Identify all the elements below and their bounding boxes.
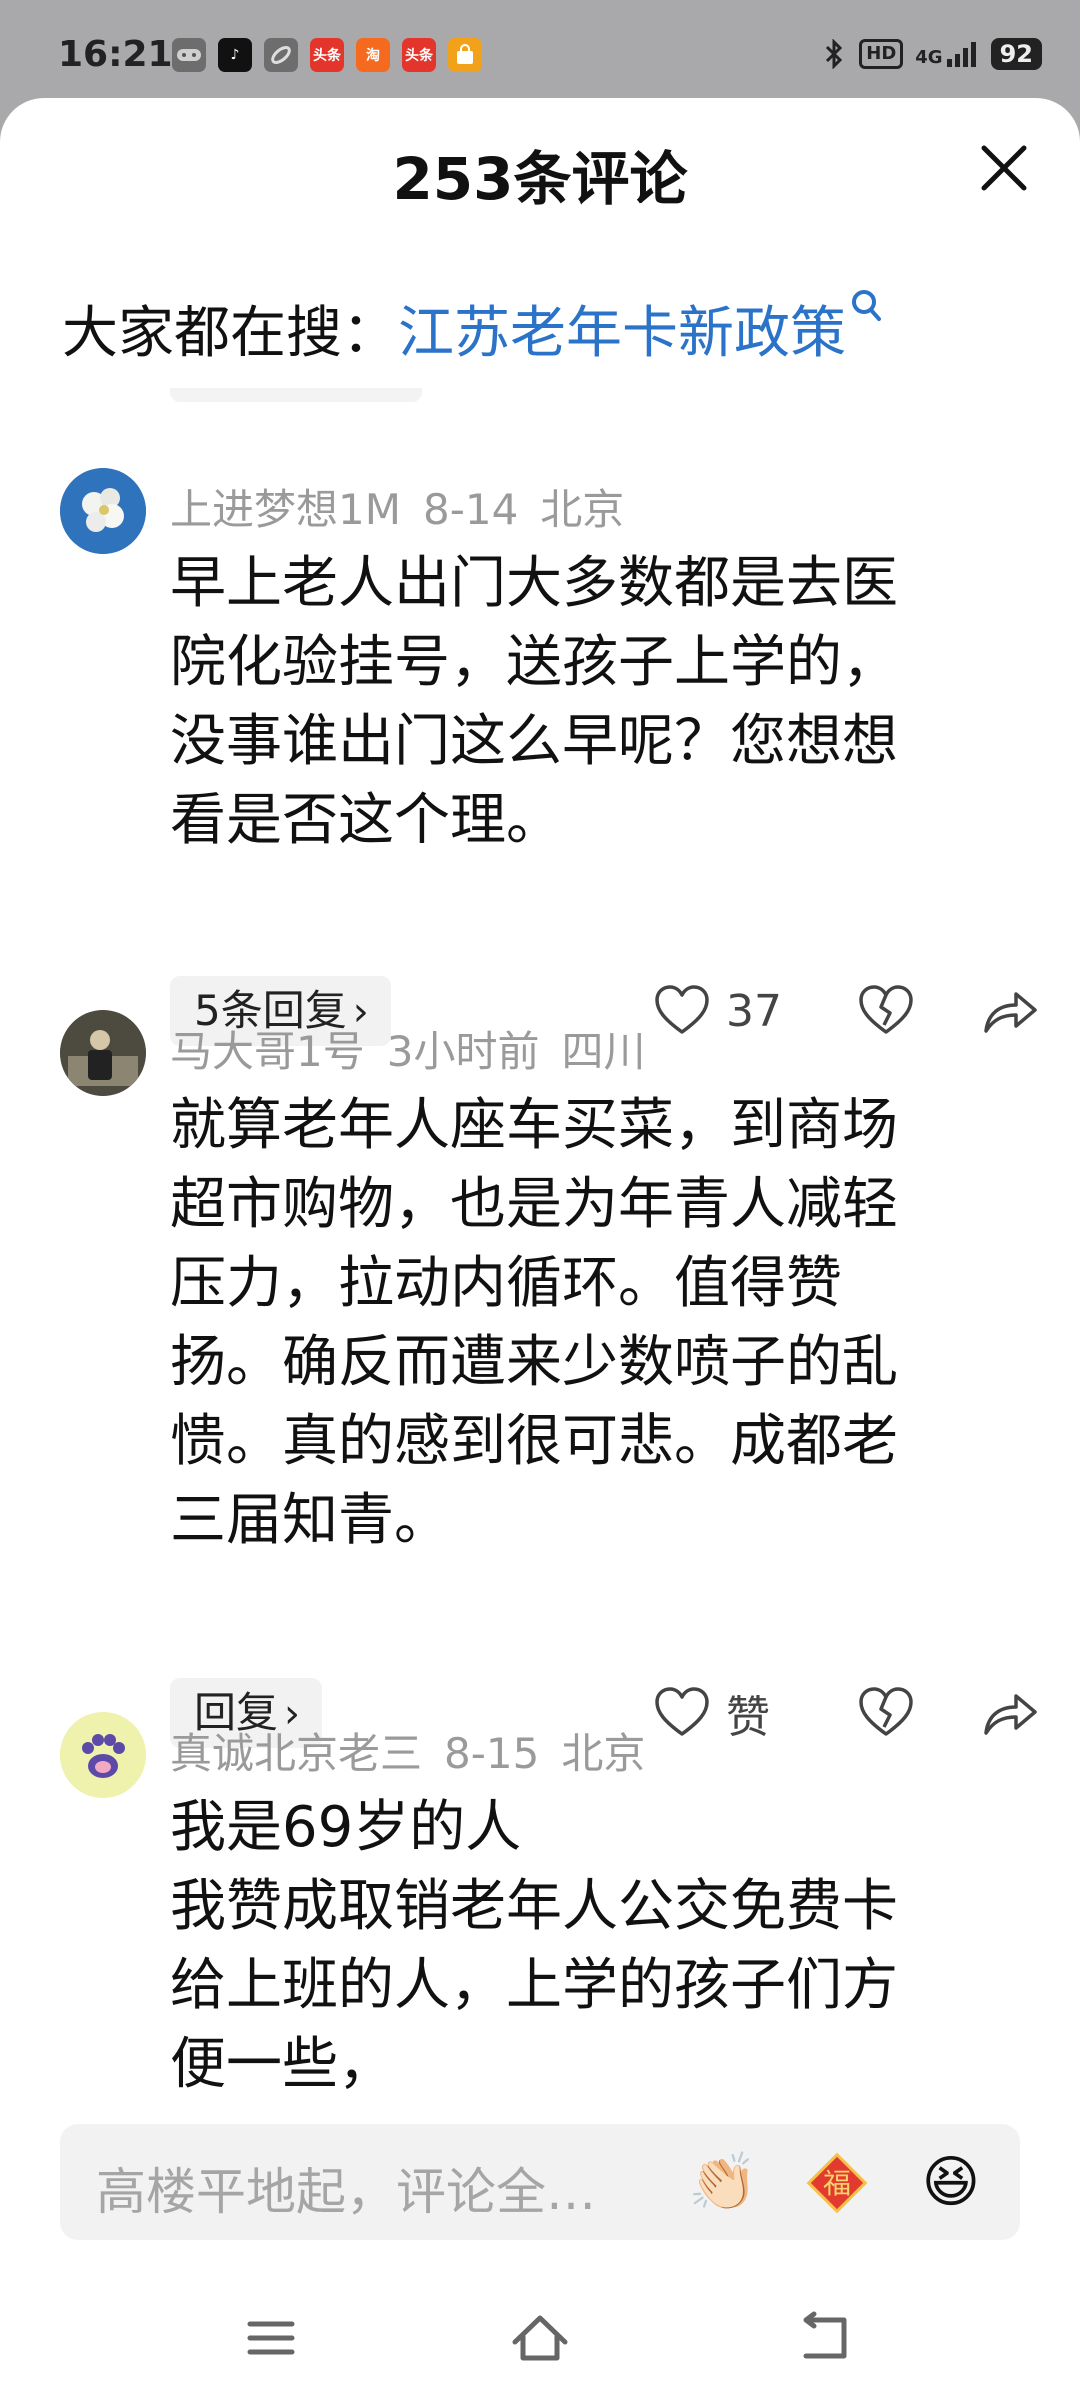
comment-input[interactable]: 高楼平地起，评论全… 👏🏻 福 😆: [60, 2124, 1020, 2240]
comment-location: 四川: [561, 1027, 646, 1076]
comment-meta: 上进梦想1M 8-14 北京: [170, 476, 646, 537]
status-bar: 16:21 ♪ 头条 淘 头条 HD 4G 92: [0, 0, 1080, 100]
comment-line: 愦。真的感到很可悲。成都老: [170, 1409, 898, 1474]
tiktok-icon: ♪: [218, 38, 252, 72]
home-icon[interactable]: [505, 2308, 575, 2368]
broken-heart-icon[interactable]: [856, 981, 916, 1041]
notification-icons: ♪ 头条 淘 头条: [172, 38, 482, 72]
laugh-emoji-icon[interactable]: 😆: [918, 2150, 984, 2216]
share-icon[interactable]: [980, 981, 1040, 1041]
search-icon: [852, 290, 881, 321]
comment-line: 就算老年人座车买菜，到商场: [170, 1093, 898, 1158]
back-icon[interactable]: [790, 2308, 860, 2368]
comment-body: 早上老人出门大多数都是去医 院化验挂号，送孩子上学的， 没事谁出门这么早呢？您想…: [170, 544, 1000, 860]
comment-actions: 赞: [652, 1678, 1040, 1748]
status-time: 16:21: [58, 34, 173, 75]
comment-line: 压力，拉动内循环。值得赞: [170, 1251, 842, 1316]
comments-sheet: 253条评论 大家都在搜：江苏老年卡新政策 上进梦想1M 8-14 北京 早上老人出…: [0, 98, 1080, 2400]
like-button[interactable]: 37: [652, 981, 822, 1041]
avatar[interactable]: [60, 468, 146, 554]
comment-line: 扬。确反而遭来少数喷子的乱: [170, 1330, 898, 1395]
hot-search-prefix: 大家都在搜：: [62, 301, 398, 366]
comment-date: 8-15: [444, 1729, 540, 1778]
bluetooth-icon: [826, 39, 843, 69]
comment-location: 北京: [540, 485, 625, 534]
share-icon[interactable]: [980, 1683, 1040, 1743]
comment-line: 早上老人出门大多数都是去医: [170, 551, 898, 616]
person-photo-icon: [60, 1010, 146, 1096]
signal-icon: [946, 42, 976, 67]
comment-author[interactable]: 马大哥1号: [170, 1027, 365, 1076]
broken-heart-icon[interactable]: [856, 1683, 916, 1743]
game-controller-icon: [172, 38, 206, 72]
comment-line: 给上班的人，上学的孩子们方: [170, 1953, 898, 2018]
comments-title: 253条评论: [392, 145, 688, 213]
taobao-icon: 淘: [356, 38, 390, 72]
fu-char: 福: [823, 2167, 851, 2200]
system-nav-bar: [0, 2278, 1080, 2400]
like-button[interactable]: 赞: [652, 1681, 822, 1745]
flower-icon: [60, 468, 146, 554]
like-label: 赞: [726, 1692, 770, 1743]
hot-search[interactable]: 大家都在搜：江苏老年卡新政策: [62, 288, 884, 369]
comment-line: 看是否这个理。: [170, 788, 562, 853]
comment-date: 8-14: [422, 485, 519, 534]
comment-location: 北京: [561, 1729, 646, 1778]
status-indicators: HD 4G 92: [821, 38, 1042, 70]
comment-author[interactable]: 上进梦想1M: [170, 485, 401, 534]
comment-body: 我是69岁的人 我赞成取销老年人公交免费卡 给上班的人，上学的孩子们方 便一些，: [170, 1788, 1000, 2104]
toutiao-icon: 头条: [402, 38, 436, 72]
bag-icon: [448, 38, 482, 72]
comment-meta: 真诚北京老三 8-15 北京: [170, 1720, 667, 1781]
link-icon: [264, 38, 298, 72]
comment-input-placeholder: 高楼平地起，评论全…: [96, 2163, 596, 2221]
avatar[interactable]: [60, 1712, 146, 1798]
comment-date: 3小时前: [386, 1027, 540, 1076]
comment-line: 院化验挂号，送孩子上学的，: [170, 630, 898, 695]
fu-emoji-icon[interactable]: 福: [804, 2150, 870, 2216]
close-icon[interactable]: [972, 136, 1036, 200]
network-icon: 4G: [915, 41, 978, 67]
avatar[interactable]: [60, 1010, 146, 1096]
menu-icon[interactable]: [236, 2308, 306, 2368]
like-count: 37: [726, 985, 782, 1037]
collapsed-item-peek: [170, 388, 422, 402]
comment-line: 我赞成取销老年人公交免费卡: [170, 1874, 898, 1939]
hot-search-keyword[interactable]: 江苏老年卡新政策: [398, 301, 846, 366]
comment-actions: 37: [652, 976, 1040, 1046]
battery-icon: 92: [990, 38, 1042, 70]
comment-line: 便一些，: [170, 2032, 394, 2097]
comment-line: 我是69岁的人: [170, 1795, 522, 1860]
hd-icon: HD: [859, 39, 904, 69]
comment-line: 三届知青。: [170, 1488, 450, 1553]
comment-line: 超市购物，也是为年青人减轻: [170, 1172, 898, 1237]
comment-body: 就算老年人座车买菜，到商场 超市购物，也是为年青人减轻 压力，拉动内循环。值得赞…: [170, 1086, 1000, 1560]
comment-meta: 马大哥1号 3小时前 四川: [170, 1018, 667, 1079]
toutiao-icon: 头条: [310, 38, 344, 72]
fu-diamond-icon: 福: [806, 2152, 868, 2214]
comment-line: 没事谁出门这么早呢？您想想: [170, 709, 898, 774]
comment-author[interactable]: 真诚北京老三: [170, 1729, 422, 1778]
clap-emoji-icon[interactable]: 👏🏻: [688, 2150, 758, 2216]
paw-icon: [60, 1712, 146, 1798]
